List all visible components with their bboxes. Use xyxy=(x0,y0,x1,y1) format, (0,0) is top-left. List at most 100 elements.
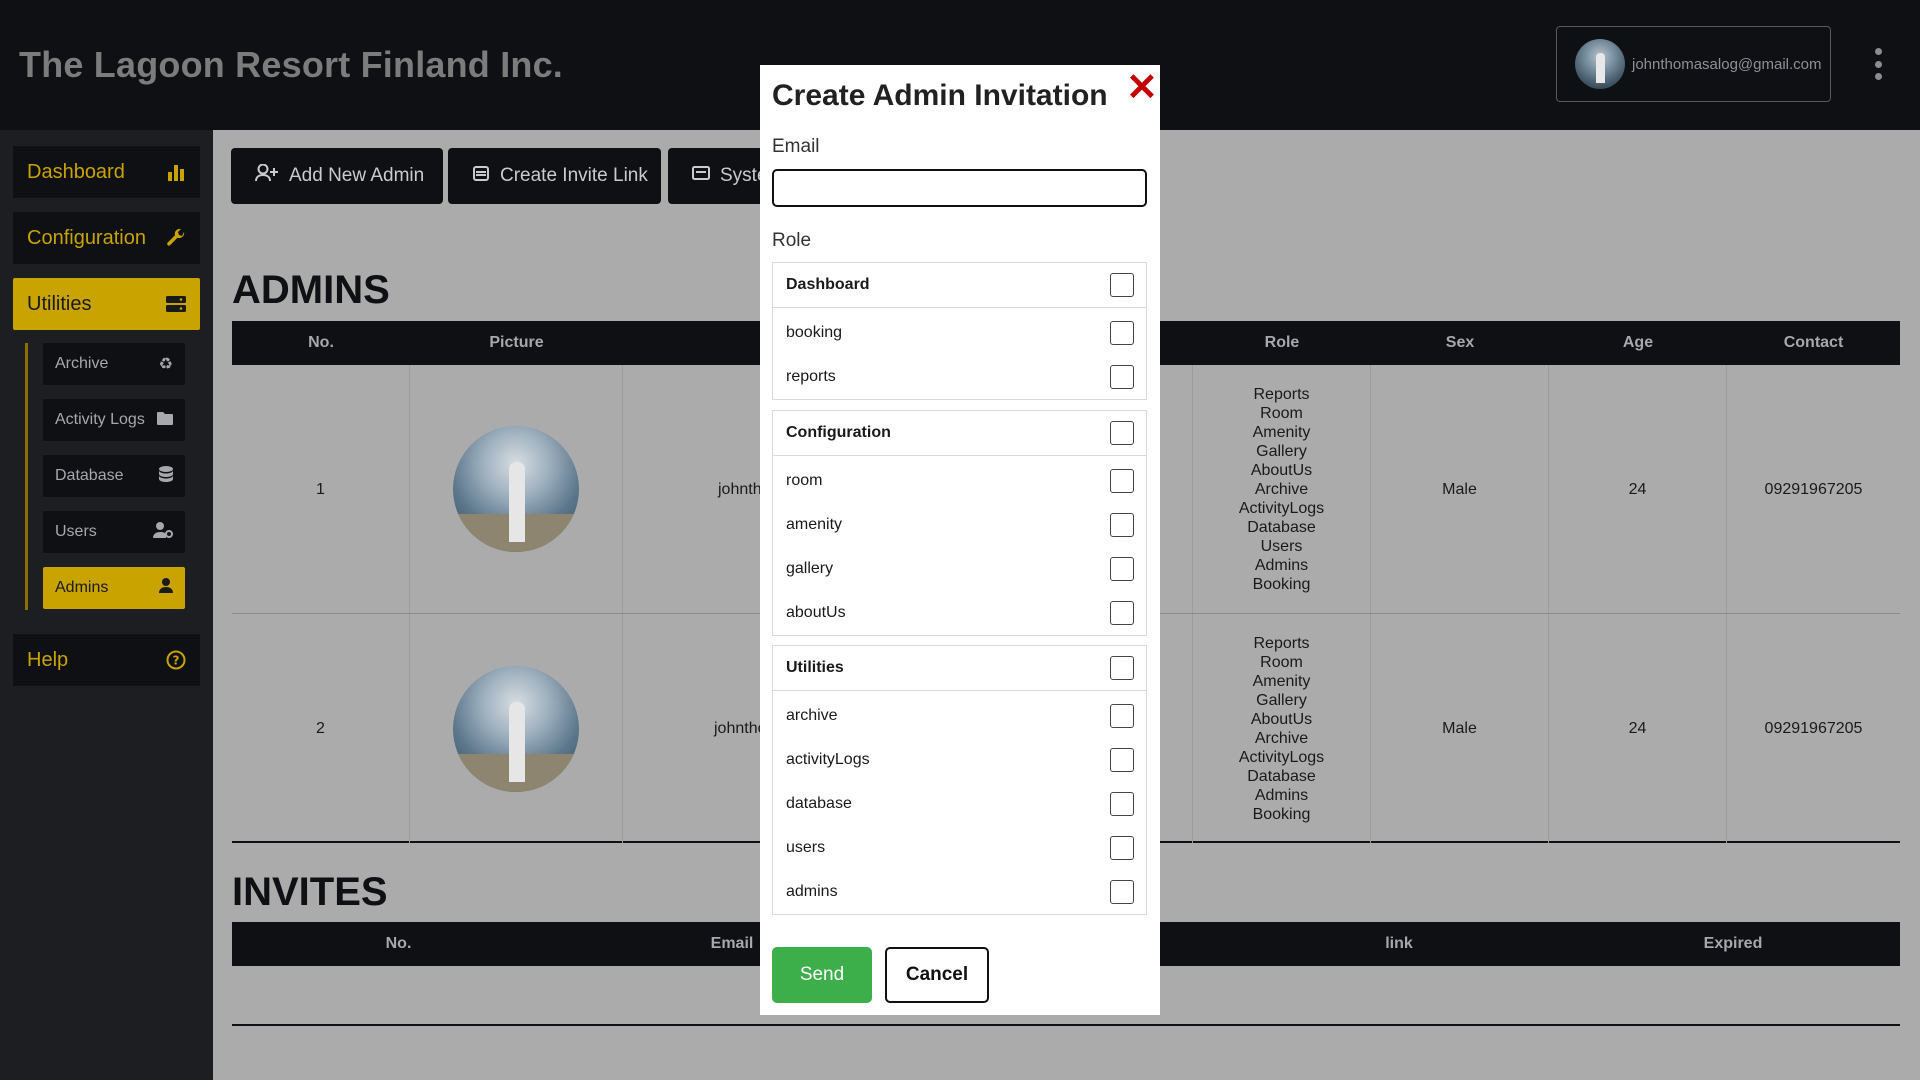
role-group-configuration: Configuration room amenity gallery about… xyxy=(772,410,1147,636)
role-option-label: gallery xyxy=(786,560,834,577)
role-label: Role xyxy=(772,230,812,251)
wrench-icon xyxy=(166,228,186,248)
cancel-button[interactable]: Cancel xyxy=(885,947,989,1003)
sidebar-item-configuration[interactable]: Configuration xyxy=(13,212,200,264)
role-group-label: Configuration xyxy=(786,424,891,441)
kebab-menu-icon[interactable] xyxy=(1873,48,1883,80)
role-item: Archive xyxy=(1254,729,1309,747)
cell-age: 24 xyxy=(1549,614,1727,843)
admin-avatar xyxy=(453,665,579,792)
role-option[interactable]: database xyxy=(773,782,1146,826)
checkbox[interactable] xyxy=(1110,365,1134,389)
role-option[interactable]: archive xyxy=(773,694,1146,738)
role-option-label: activityLogs xyxy=(786,751,870,768)
checkbox[interactable] xyxy=(1110,513,1134,537)
role-group-dashboard: Dashboard booking reports xyxy=(772,262,1147,400)
role-group-header[interactable]: Configuration xyxy=(773,411,1146,456)
role-option[interactable]: booking xyxy=(773,311,1146,355)
sidebar-item-database[interactable]: Database xyxy=(43,455,185,497)
col-contact: Contact xyxy=(1783,334,1844,351)
modal-title: Create Admin Invitation xyxy=(772,79,1108,112)
checkbox[interactable] xyxy=(1110,273,1134,297)
create-invite-link-button[interactable]: Create Invite Link xyxy=(448,148,661,204)
checkbox[interactable] xyxy=(1110,792,1134,816)
role-item: Room xyxy=(1260,653,1303,671)
cell-contact: 09291967205 xyxy=(1764,720,1863,737)
checkbox[interactable] xyxy=(1110,880,1134,904)
role-option[interactable]: admins xyxy=(773,870,1146,914)
checkbox[interactable] xyxy=(1110,836,1134,860)
add-new-admin-button[interactable]: Add New Admin xyxy=(231,148,443,204)
sidebar-item-label: Archive xyxy=(55,355,109,372)
send-button[interactable]: Send xyxy=(772,947,872,1003)
role-item: Reports xyxy=(1253,385,1310,403)
sidebar: Dashboard Configuration Utilities Archiv… xyxy=(0,130,213,1080)
col-sex: Sex xyxy=(1445,334,1475,351)
role-item: Booking xyxy=(1252,575,1311,593)
user-avatar xyxy=(1575,39,1625,89)
sidebar-item-dashboard[interactable]: Dashboard xyxy=(13,146,200,198)
sidebar-item-admins[interactable]: Admins xyxy=(43,567,185,609)
sidebar-item-activity-logs[interactable]: Activity Logs xyxy=(43,399,185,441)
cell-sex: Male xyxy=(1371,365,1549,613)
checkbox[interactable] xyxy=(1110,469,1134,493)
role-option[interactable]: amenity xyxy=(773,503,1146,547)
role-option[interactable]: gallery xyxy=(773,547,1146,591)
sidebar-item-utilities[interactable]: Utilities xyxy=(13,278,200,330)
cell-picture xyxy=(410,365,623,613)
sidebar-item-label: Admins xyxy=(55,579,109,596)
checkbox[interactable] xyxy=(1110,748,1134,772)
cell-picture xyxy=(410,614,623,843)
role-group-utilities: Utilities archive activityLogs database … xyxy=(772,645,1147,915)
role-option[interactable]: reports xyxy=(773,355,1146,399)
question-circle-icon: ? xyxy=(166,650,186,670)
email-label: Email xyxy=(772,136,820,157)
user-account-box[interactable]: johnthomasalog@gmail.com xyxy=(1556,26,1831,102)
role-item: AboutUs xyxy=(1250,710,1313,728)
checkbox[interactable] xyxy=(1110,557,1134,581)
role-option[interactable]: users xyxy=(773,826,1146,870)
checkbox[interactable] xyxy=(1110,601,1134,625)
email-field[interactable] xyxy=(772,169,1147,207)
role-option[interactable]: room xyxy=(773,459,1146,503)
role-item: Gallery xyxy=(1256,691,1307,709)
app-title: The Lagoon Resort Finland Inc. xyxy=(19,44,564,85)
role-option[interactable]: aboutUs xyxy=(773,591,1146,635)
role-option-label: amenity xyxy=(786,516,843,533)
role-item: Reports xyxy=(1253,634,1310,652)
database-icon xyxy=(159,465,173,487)
checkbox[interactable] xyxy=(1110,656,1134,680)
col-role: Role xyxy=(1264,334,1300,351)
checkbox[interactable] xyxy=(1110,321,1134,345)
role-item: ActivityLogs xyxy=(1238,499,1325,517)
col-link: link xyxy=(1385,935,1413,952)
cell-no: 2 xyxy=(232,614,410,843)
role-group-header[interactable]: Dashboard xyxy=(773,263,1146,308)
role-item: Admins xyxy=(1254,786,1309,804)
create-admin-invitation-modal: Create Admin Invitation ✕ Email Role Das… xyxy=(760,65,1160,1015)
role-item: Amenity xyxy=(1252,423,1311,441)
cell-role: Reports Room Amenity Gallery AboutUs Archive A… xyxy=(1193,614,1371,843)
checkbox[interactable] xyxy=(1110,704,1134,728)
role-option-label: booking xyxy=(786,324,843,341)
role-group-header[interactable]: Utilities xyxy=(773,646,1146,691)
col-no: No. xyxy=(385,935,412,952)
role-option-label: admins xyxy=(786,883,838,900)
cell-contact: 09291967205 xyxy=(1764,480,1863,498)
role-item: Room xyxy=(1260,404,1303,422)
col-age: Age xyxy=(1622,334,1654,351)
checkbox[interactable] xyxy=(1110,421,1134,445)
close-icon[interactable]: ✕ xyxy=(1126,69,1158,107)
user-icon xyxy=(159,578,173,598)
sidebar-item-archive[interactable]: Archive ♻ xyxy=(43,343,185,385)
role-item: ActivityLogs xyxy=(1238,748,1325,766)
sidebar-item-help[interactable]: Help ? xyxy=(13,634,200,686)
invites-section-title: INVITES xyxy=(232,870,388,914)
cell-role: Reports Room Amenity Gallery AboutUs Archive A… xyxy=(1193,365,1371,613)
role-option[interactable]: activityLogs xyxy=(773,738,1146,782)
bar-chart-icon xyxy=(166,162,186,182)
sidebar-item-users[interactable]: Users xyxy=(43,511,185,553)
role-option-label: database xyxy=(786,795,852,812)
role-option-label: archive xyxy=(786,707,838,724)
role-item: Database xyxy=(1247,767,1316,785)
